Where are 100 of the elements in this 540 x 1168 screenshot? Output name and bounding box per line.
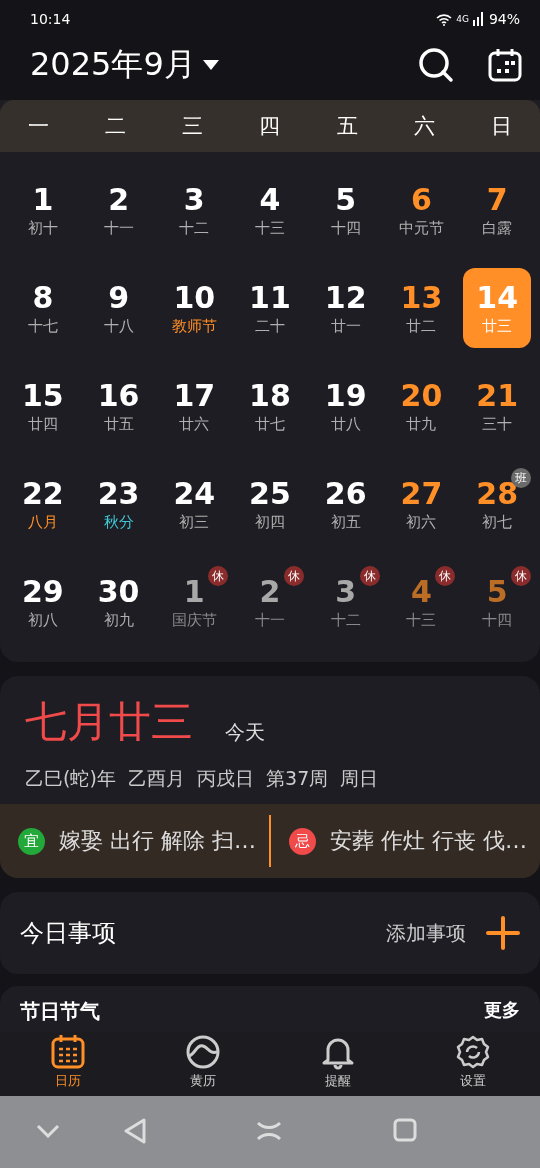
day-cell[interactable]: 2 十一 (84, 170, 153, 250)
day-number: 1 (183, 574, 205, 610)
lunar-date: 初七 (482, 512, 513, 532)
day-number: 14 (476, 280, 518, 316)
plus-icon (486, 916, 520, 950)
day-cell[interactable]: 23 秋分 (84, 464, 153, 544)
day-cell[interactable]: 13 廿二 (387, 268, 456, 348)
lunar-date: 初八 (27, 610, 58, 630)
day-number: 9 (108, 280, 129, 316)
day-cell[interactable]: 12 廿一 (311, 268, 380, 348)
day-cell[interactable]: 6 中元节 (387, 170, 456, 250)
nav-tab[interactable]: 黄历 (135, 1032, 270, 1092)
settings-icon (454, 1034, 491, 1070)
day-cell[interactable]: 4 休 十三 (387, 562, 456, 642)
day-cell[interactable]: 25 初四 (236, 464, 304, 544)
day-cell[interactable]: 16 廿五 (84, 366, 153, 446)
day-cell[interactable]: 5 休 十四 (463, 562, 531, 642)
weekday-label: 日 (489, 113, 513, 140)
lunar-date: 十三 (255, 218, 285, 238)
lunar-date: 中元节 (398, 218, 444, 238)
day-cell[interactable]: 20 廿九 (387, 366, 456, 446)
home-icon[interactable] (256, 1120, 282, 1142)
day-cell[interactable]: 10 教师节 (160, 268, 229, 348)
day-number: 18 (249, 378, 291, 414)
day-cell[interactable]: 22 八月 (9, 464, 77, 544)
calendar-icon[interactable] (488, 48, 522, 82)
lunar-date: 十七 (27, 316, 58, 336)
battery-level: 94% (488, 11, 520, 27)
day-cell[interactable]: 17 廿六 (160, 366, 229, 446)
day-cell[interactable]: 8 十七 (9, 268, 77, 348)
dropdown-icon (201, 59, 220, 71)
day-cell[interactable]: 19 廿八 (311, 366, 380, 446)
day-number: 4 (411, 574, 432, 610)
day-cell[interactable]: 9 十八 (84, 268, 153, 348)
day-cell[interactable]: 5 十四 (311, 170, 380, 250)
day-cell[interactable]: 27 初六 (387, 464, 456, 544)
day-cell[interactable]: 3 休 十二 (311, 562, 380, 642)
day-cell[interactable]: 3 十二 (160, 170, 229, 250)
day-number: 29 (21, 574, 64, 610)
day-cell[interactable]: 11 二十 (236, 268, 304, 348)
search-icon[interactable] (418, 47, 454, 83)
lunar-date: 初九 (103, 610, 134, 630)
back-icon[interactable] (123, 1118, 147, 1144)
chevron-down-icon[interactable] (36, 1124, 60, 1138)
weekday-label: 一 (27, 113, 51, 140)
day-cell[interactable]: 1 初十 (9, 170, 77, 250)
more-link[interactable]: 更多 (484, 998, 520, 1022)
nav-tab[interactable]: 设置 (405, 1032, 540, 1092)
signal-icon (472, 12, 485, 26)
lunar-date: 廿二 (406, 316, 437, 336)
day-number: 30 (97, 574, 140, 610)
day-cell[interactable]: 26 初五 (311, 464, 380, 544)
lunar-date: 二十 (255, 316, 285, 336)
day-cell[interactable]: 4 十三 (236, 170, 304, 250)
day-number: 11 (249, 280, 291, 316)
day-number: 17 (173, 378, 216, 414)
nav-tab[interactable]: 提醒 (270, 1032, 405, 1092)
day-cell[interactable]: 18 廿七 (236, 366, 304, 446)
almanac-mark: 忌 (289, 827, 316, 855)
holiday-badge: 休 (435, 566, 456, 586)
day-number: 23 (97, 476, 140, 512)
month-selector[interactable]: 2025年9月 (30, 43, 220, 87)
lunar-date: 十二 (179, 218, 210, 238)
lunar-date: 十四 (482, 610, 513, 630)
day-cell[interactable]: 15 廿四 (9, 366, 77, 446)
day-number: 3 (183, 182, 205, 218)
lunar-date-title: 七月廿三 (25, 696, 193, 748)
day-number: 27 (400, 476, 443, 512)
day-cell[interactable]: 1 休 国庆节 (160, 562, 229, 642)
day-number: 19 (324, 378, 367, 414)
holiday-badge: 休 (283, 566, 304, 586)
day-number: 5 (486, 574, 508, 610)
lunar-date: 初四 (255, 512, 285, 532)
day-number: 10 (173, 280, 216, 316)
day-cell[interactable]: 24 初三 (160, 464, 229, 544)
day-number: 2 (108, 182, 129, 218)
holiday-badge: 休 (208, 566, 229, 586)
day-number: 8 (32, 280, 54, 316)
day-number: 24 (173, 476, 216, 512)
day-number: 22 (21, 476, 64, 512)
day-number: 3 (335, 574, 357, 610)
lunar-date: 廿八 (330, 414, 361, 434)
day-cell[interactable]: 29 初八 (9, 562, 77, 642)
day-number: 7 (486, 182, 508, 218)
section-title: 节日节气 (20, 998, 100, 1025)
lunar-date: 十一 (103, 218, 134, 238)
nav-tab[interactable]: 日历 (0, 1032, 135, 1092)
lunar-date: 十八 (103, 316, 134, 336)
add-event-button[interactable]: 添加事项 (386, 916, 520, 950)
lunar-date: 三十 (482, 414, 513, 434)
lunar-date: 八月 (27, 512, 58, 532)
day-cell[interactable]: 30 初九 (84, 562, 153, 642)
day-cell[interactable]: 21 三十 (463, 366, 531, 446)
day-cell[interactable]: 2 休 十一 (236, 562, 304, 642)
yin-yang-icon (184, 1034, 221, 1070)
lunar-date: 初十 (27, 218, 58, 238)
weekday-label: 二 (104, 113, 128, 140)
recents-icon[interactable] (393, 1118, 417, 1142)
day-number: 12 (324, 280, 367, 316)
day-cell[interactable]: 7 白露 (463, 170, 531, 250)
